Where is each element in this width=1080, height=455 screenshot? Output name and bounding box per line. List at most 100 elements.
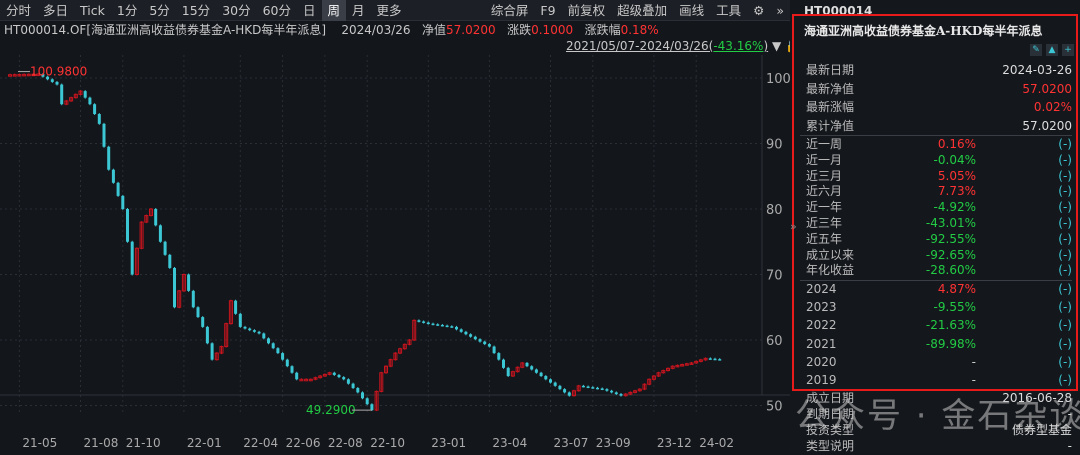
row-label: 近五年 <box>806 231 843 246</box>
toolbar-button[interactable]: 超级叠加 <box>611 0 673 21</box>
row-label: 近三月 <box>806 168 843 183</box>
period-tab[interactable]: 日 <box>297 0 322 21</box>
candle-body <box>93 104 97 115</box>
range-period[interactable]: 2021/05/07-2024/03/26( <box>566 39 713 53</box>
candle-body <box>553 382 557 386</box>
candle-body <box>88 97 92 105</box>
toolbar-button[interactable]: 综合屏 <box>485 0 535 21</box>
row-rank: (-) <box>1058 336 1072 351</box>
panel-row: 累计净值 57.0200 <box>806 118 1072 135</box>
y-tick-label: 90 <box>766 138 783 153</box>
candle-body <box>50 79 54 82</box>
candle-body <box>243 326 247 329</box>
period-tab[interactable]: 15分 <box>176 0 216 21</box>
x-tick-label: 22-04 <box>243 436 278 450</box>
period-tab[interactable]: 5分 <box>143 0 175 21</box>
panel-row: 2021 -89.98% (-) <box>806 336 1072 353</box>
plus-icon[interactable]: + <box>1062 44 1074 56</box>
candle-body <box>285 359 289 367</box>
panel-row: 类型说明 - <box>806 438 1072 455</box>
toolbar-button[interactable]: F9 <box>534 0 561 21</box>
candle-body <box>718 359 722 361</box>
candlestick-chart[interactable]: 100 90 80 70 60 50 21-05 21-08 21-10 22-01 22-04 22… <box>0 55 790 453</box>
row-value: 2024-03-26 <box>1002 63 1072 77</box>
candle-body <box>417 320 421 322</box>
x-tick-label: 21-10 <box>126 436 161 450</box>
settings-icon[interactable]: ⚙ <box>747 0 770 21</box>
candle-body <box>361 392 364 399</box>
candle-body <box>351 383 355 389</box>
candle-body <box>614 392 618 395</box>
period-tab[interactable]: Tick <box>74 0 111 21</box>
candle-body <box>97 114 101 124</box>
row-rank: (-) <box>1058 152 1072 167</box>
candle-body <box>111 169 115 183</box>
period-tab[interactable]: 30分 <box>216 0 256 21</box>
candle-body <box>544 376 548 380</box>
nav-value: 57.0200 <box>446 23 496 37</box>
x-tick-label: 23-12 <box>657 436 692 450</box>
candle-body <box>459 329 463 332</box>
row-value: -28.60% <box>925 263 976 278</box>
period-tab[interactable]: 分时 <box>0 0 37 21</box>
panel-row: 2022 -21.63% (-) <box>806 317 1072 334</box>
candle-body <box>83 91 87 98</box>
period-tab[interactable]: 60分 <box>257 0 297 21</box>
candle-body <box>168 254 172 268</box>
row-label: 近六月 <box>806 184 843 199</box>
row-rank: (-) <box>1058 216 1072 230</box>
row-label: 2024 <box>806 282 837 296</box>
edit-icon[interactable]: ✎ <box>1030 44 1042 56</box>
toolbar-button[interactable]: 画线 <box>673 0 710 21</box>
period-tab[interactable]: 1分 <box>111 0 143 21</box>
x-tick-label: 23-04 <box>492 436 527 450</box>
collapse-panel-icon[interactable]: » <box>790 220 800 240</box>
row-value: 7.73% <box>937 184 976 199</box>
candle-body <box>332 372 336 375</box>
candle-body <box>187 274 191 291</box>
row-label: 近一周 <box>806 137 843 151</box>
candle-body <box>534 369 538 373</box>
row-rank: (-) <box>1058 373 1072 387</box>
candle-body <box>619 394 623 396</box>
row-value: - <box>1067 439 1072 453</box>
candle-body <box>497 353 501 360</box>
period-tab[interactable]: 周 <box>321 0 347 21</box>
row-label: 2019 <box>806 373 837 387</box>
toolbar-button[interactable]: 前复权 <box>562 0 612 21</box>
row-label: 近一年 <box>806 200 843 215</box>
candle-body <box>440 324 444 327</box>
period-tab[interactable]: 更多 <box>371 0 408 21</box>
range-selector[interactable]: 2021/05/07-2024/03/26(-43.16%) ▼ 🔓 <box>566 39 800 53</box>
candle-body <box>483 341 487 345</box>
candle-body <box>563 389 567 393</box>
candle-body <box>356 388 360 393</box>
panel-row: 近一周 0.16% (-) <box>806 136 1072 153</box>
y-tick-label: 60 <box>766 334 783 349</box>
panel-row: 近一月 -0.04% (-) <box>806 152 1072 169</box>
period-tab[interactable]: 多日 <box>37 0 74 21</box>
candle-body <box>708 358 712 360</box>
candle-body <box>436 324 440 326</box>
row-rank: (-) <box>1058 263 1072 278</box>
info-date: 2024/03/26 <box>341 23 411 37</box>
panel-row: 最新日期 2024-03-26 <box>806 62 1072 79</box>
panel-row: 近三年 -43.01% (-) <box>806 215 1072 232</box>
panel-row: 近一年 -4.92% (-) <box>806 199 1072 216</box>
candle-body <box>502 359 505 368</box>
candle-body <box>276 348 280 354</box>
candle-body <box>158 225 162 242</box>
fund-name: 海通亚洲高收益债券基金A-HKD每半年派息 <box>804 24 1043 38</box>
panel-row: 成立以来 -92.65% (-) <box>806 247 1072 264</box>
panel-row: 最新涨幅 0.02% <box>806 99 1072 116</box>
candle-body <box>525 362 529 367</box>
candle-body <box>549 379 552 383</box>
candle-body <box>196 307 200 318</box>
expand-icon[interactable]: » <box>770 0 790 21</box>
range-pct: -43.16% <box>713 39 764 53</box>
bell-icon[interactable]: ▲ <box>1046 44 1058 56</box>
dropdown-icon[interactable]: ▼ <box>772 39 781 53</box>
candle-body <box>422 321 426 323</box>
period-tab[interactable]: 月 <box>346 0 371 21</box>
toolbar-button[interactable]: 工具 <box>710 0 747 21</box>
